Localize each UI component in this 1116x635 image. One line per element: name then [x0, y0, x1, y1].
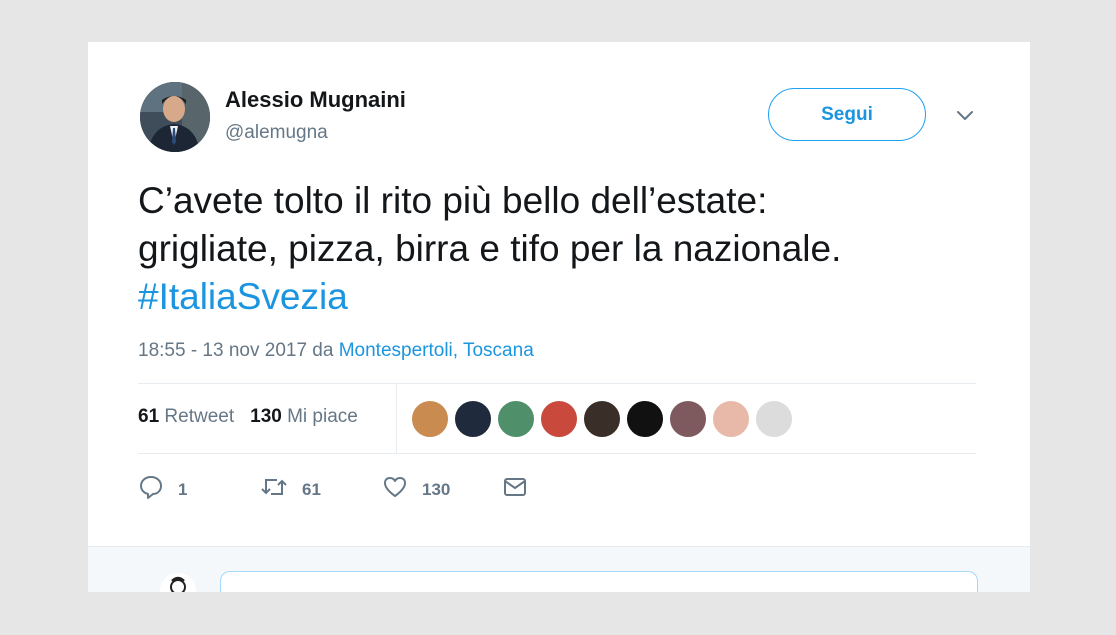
likers-list [411, 400, 798, 438]
likes-stat[interactable]: 130 Mi piace [250, 406, 358, 428]
tweet-text: C’avete tolto il rito più bello dell’est… [138, 177, 998, 321]
mail-icon [502, 474, 528, 505]
stats-separator [396, 384, 397, 454]
tweet-text-line: grigliate, pizza, birra e tifo per la na… [138, 228, 842, 269]
timestamp[interactable]: 18:55 - 13 nov 2017 da [138, 340, 339, 361]
reply-input[interactable] [220, 571, 978, 592]
like-button[interactable]: 130 [382, 474, 502, 505]
location-link[interactable]: Montespertoli, Toscana [339, 340, 534, 361]
tweet-card: Alessio Mugnaini @alemugna Segui C’avete… [88, 42, 1030, 592]
retweets-count: 61 [138, 406, 160, 427]
retweet-icon [260, 474, 288, 505]
reply-count: 1 [178, 479, 188, 499]
avatar-image [140, 82, 210, 152]
author-handle[interactable]: @alemugna [225, 122, 328, 144]
author-avatar[interactable] [140, 82, 210, 152]
retweet-count: 61 [302, 479, 321, 499]
author-name[interactable]: Alessio Mugnaini [225, 87, 406, 113]
reply-footer [88, 546, 1030, 592]
user-avatar [160, 573, 196, 592]
liker-avatar[interactable] [626, 400, 664, 438]
tweet-text-line: C’avete tolto il rito più bello dell’est… [138, 180, 768, 221]
liker-avatar[interactable] [712, 400, 750, 438]
divider [138, 453, 976, 454]
divider [138, 383, 976, 384]
liker-avatar[interactable] [755, 400, 793, 438]
reply-icon [138, 474, 164, 505]
liker-avatar[interactable] [497, 400, 535, 438]
heart-icon [382, 474, 408, 505]
liker-avatar[interactable] [454, 400, 492, 438]
retweets-label: Retweet [164, 406, 235, 427]
tweet-actions: 1 61 130 [138, 474, 528, 505]
tweet-stats: 61 Retweet 130 Mi piace [138, 406, 374, 428]
like-count: 130 [422, 479, 451, 499]
retweets-stat[interactable]: 61 Retweet [138, 406, 234, 428]
direct-message-button[interactable] [502, 474, 528, 505]
tweet-meta: 18:55 - 13 nov 2017 da Montespertoli, To… [138, 340, 534, 362]
liker-avatar[interactable] [540, 400, 578, 438]
retweet-button[interactable]: 61 [260, 474, 382, 505]
liker-avatar[interactable] [669, 400, 707, 438]
likes-label: Mi piace [287, 406, 358, 427]
chevron-down-icon[interactable] [954, 104, 976, 126]
liker-avatar[interactable] [583, 400, 621, 438]
reply-button[interactable]: 1 [138, 474, 260, 505]
hashtag-link[interactable]: #ItaliaSvezia [138, 273, 998, 321]
follow-button[interactable]: Segui [768, 88, 926, 141]
likes-count: 130 [250, 406, 282, 427]
liker-avatar[interactable] [411, 400, 449, 438]
